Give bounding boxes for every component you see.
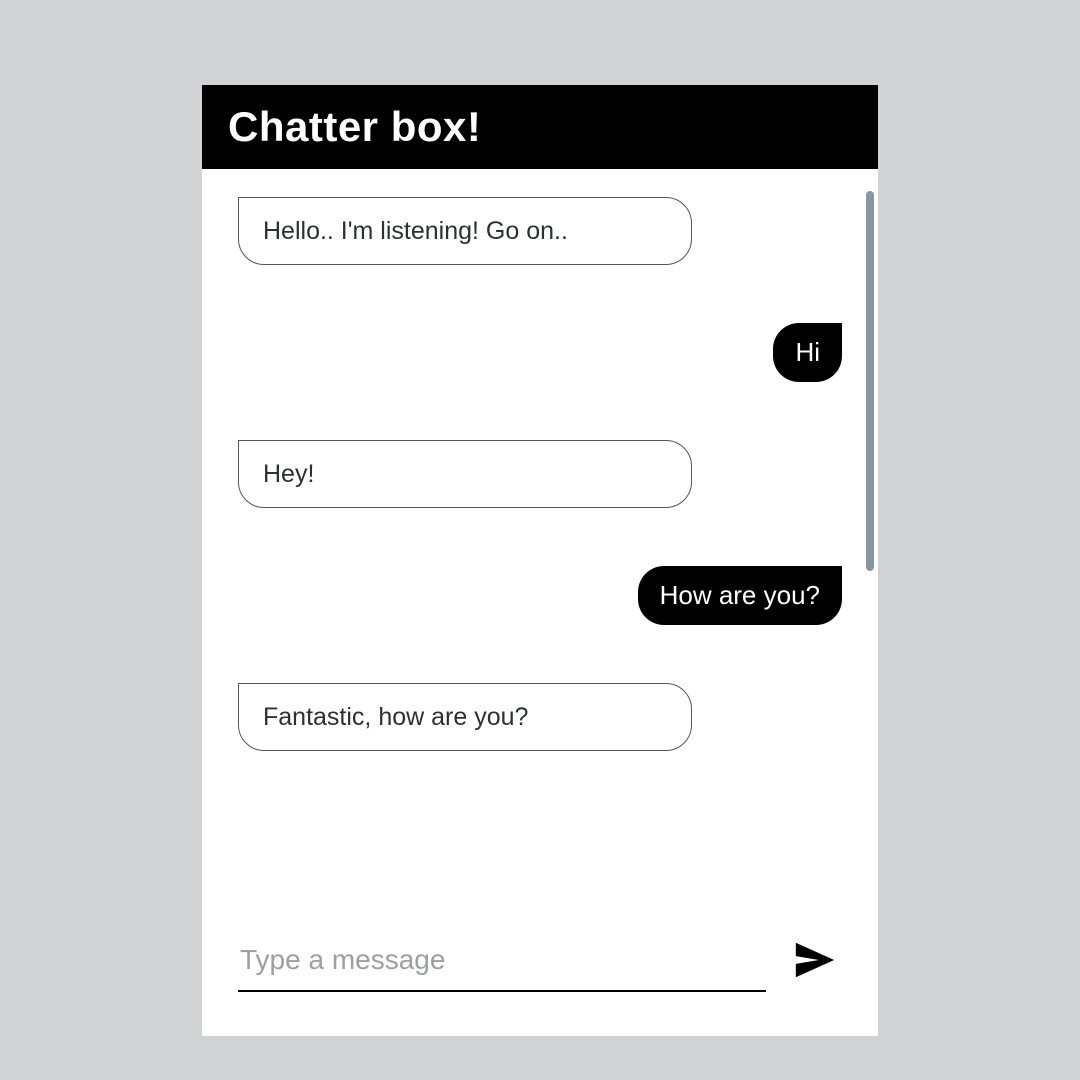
message-row: Fantastic, how are you? [238,683,842,751]
messages-scroll-area[interactable]: Hello.. I'm listening! Go on.. Hi Hey! H… [202,169,878,930]
message-row: Hello.. I'm listening! Go on.. [238,197,842,265]
scrollbar-thumb[interactable] [866,191,874,571]
bot-message: Fantastic, how are you? [238,683,692,751]
chat-window: Chatter box! Hello.. I'm listening! Go o… [202,85,878,1036]
user-message: How are you? [638,566,842,625]
user-message: Hi [773,323,842,382]
bot-message: Hello.. I'm listening! Go on.. [238,197,692,265]
chat-title: Chatter box! [228,103,852,151]
send-icon [792,937,838,986]
message-row: How are you? [238,566,842,625]
bot-message: Hey! [238,440,692,508]
message-input[interactable] [238,930,766,992]
send-button[interactable] [788,933,842,990]
message-row: Hi [238,323,842,382]
chat-header: Chatter box! [202,85,878,169]
compose-bar [202,930,878,1036]
message-row: Hey! [238,440,842,508]
